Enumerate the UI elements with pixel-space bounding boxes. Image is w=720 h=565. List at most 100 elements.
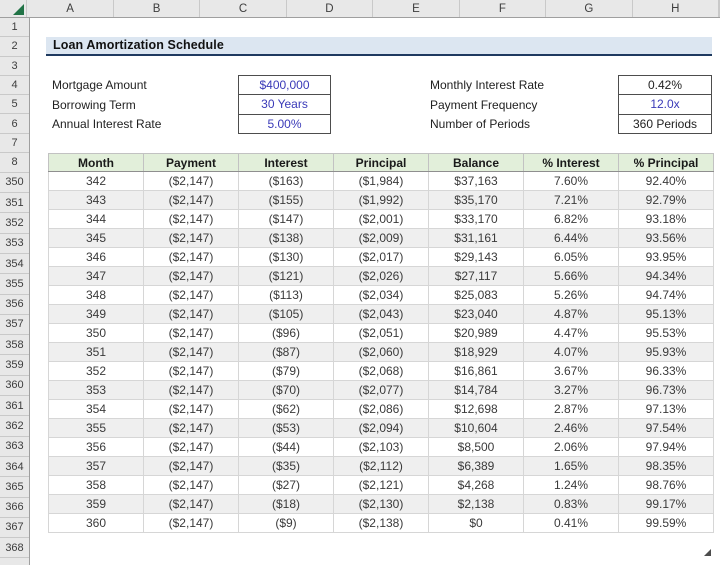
table-header-cell[interactable]: Interest bbox=[239, 154, 334, 172]
row-header[interactable]: 7 bbox=[0, 134, 29, 153]
row-header[interactable]: 5 bbox=[0, 95, 29, 114]
cell-pct-interest[interactable]: 2.87% bbox=[524, 400, 619, 419]
cell-payment[interactable]: ($2,147) bbox=[144, 381, 239, 400]
cell-month[interactable]: 345 bbox=[49, 229, 144, 248]
cell-month[interactable]: 358 bbox=[49, 476, 144, 495]
cell-principal[interactable]: ($2,043) bbox=[334, 305, 429, 324]
cell-principal[interactable]: ($2,077) bbox=[334, 381, 429, 400]
cell-pct-principal[interactable]: 95.13% bbox=[619, 305, 714, 324]
cell-principal[interactable]: ($2,001) bbox=[334, 210, 429, 229]
cell-month[interactable]: 349 bbox=[49, 305, 144, 324]
output-value-cell[interactable]: 360 Periods bbox=[619, 114, 711, 133]
table-header-cell[interactable]: % Principal bbox=[619, 154, 714, 172]
cell-pct-principal[interactable]: 95.53% bbox=[619, 324, 714, 343]
cell-interest[interactable]: ($53) bbox=[239, 419, 334, 438]
cell-pct-interest[interactable]: 4.07% bbox=[524, 343, 619, 362]
row-header[interactable]: 363 bbox=[0, 437, 29, 457]
cell-interest[interactable]: ($138) bbox=[239, 229, 334, 248]
cell-interest[interactable]: ($44) bbox=[239, 438, 334, 457]
cell-interest[interactable]: ($147) bbox=[239, 210, 334, 229]
cell-balance[interactable]: $4,268 bbox=[429, 476, 524, 495]
column-header[interactable]: C bbox=[200, 0, 286, 17]
cell-balance[interactable]: $10,604 bbox=[429, 419, 524, 438]
cell-interest[interactable]: ($79) bbox=[239, 362, 334, 381]
cell-principal[interactable]: ($1,992) bbox=[334, 191, 429, 210]
input-value-cell[interactable]: 30 Years bbox=[239, 94, 330, 113]
cell-payment[interactable]: ($2,147) bbox=[144, 514, 239, 533]
cell-pct-principal[interactable]: 94.34% bbox=[619, 267, 714, 286]
cell-month[interactable]: 354 bbox=[49, 400, 144, 419]
cell-pct-principal[interactable]: 99.59% bbox=[619, 514, 714, 533]
row-header[interactable]: 1 bbox=[0, 18, 29, 37]
cell-pct-principal[interactable]: 93.95% bbox=[619, 248, 714, 267]
cell-balance[interactable]: $14,784 bbox=[429, 381, 524, 400]
cell-pct-principal[interactable]: 99.17% bbox=[619, 495, 714, 514]
cell-interest[interactable]: ($130) bbox=[239, 248, 334, 267]
cell-interest[interactable]: ($70) bbox=[239, 381, 334, 400]
cell-balance[interactable]: $37,163 bbox=[429, 172, 524, 191]
cell-month[interactable]: 359 bbox=[49, 495, 144, 514]
input-value-cell[interactable]: 5.00% bbox=[239, 114, 330, 133]
cell-pct-interest[interactable]: 5.66% bbox=[524, 267, 619, 286]
cell-interest[interactable]: ($155) bbox=[239, 191, 334, 210]
cell-pct-interest[interactable]: 0.41% bbox=[524, 514, 619, 533]
cell-balance[interactable]: $27,117 bbox=[429, 267, 524, 286]
cell-interest[interactable]: ($121) bbox=[239, 267, 334, 286]
cell-month[interactable]: 353 bbox=[49, 381, 144, 400]
cell-balance[interactable]: $2,138 bbox=[429, 495, 524, 514]
cell-interest[interactable]: ($35) bbox=[239, 457, 334, 476]
cell-month[interactable]: 350 bbox=[49, 324, 144, 343]
cell-interest[interactable]: ($113) bbox=[239, 286, 334, 305]
row-header[interactable]: 3 bbox=[0, 57, 29, 76]
cell-balance[interactable]: $18,929 bbox=[429, 343, 524, 362]
cell-pct-interest[interactable]: 1.24% bbox=[524, 476, 619, 495]
column-header[interactable]: B bbox=[114, 0, 200, 17]
cell-payment[interactable]: ($2,147) bbox=[144, 495, 239, 514]
cell-balance[interactable]: $29,143 bbox=[429, 248, 524, 267]
row-header[interactable]: 351 bbox=[0, 193, 29, 213]
cell-pct-interest[interactable]: 3.67% bbox=[524, 362, 619, 381]
cell-balance[interactable]: $0 bbox=[429, 514, 524, 533]
row-header[interactable]: 350 bbox=[0, 173, 29, 193]
cell-pct-principal[interactable]: 93.18% bbox=[619, 210, 714, 229]
row-header[interactable]: 364 bbox=[0, 457, 29, 477]
cell-pct-interest[interactable]: 5.26% bbox=[524, 286, 619, 305]
column-header[interactable]: F bbox=[460, 0, 546, 17]
cell-payment[interactable]: ($2,147) bbox=[144, 172, 239, 191]
row-header[interactable]: 360 bbox=[0, 376, 29, 396]
cell-payment[interactable]: ($2,147) bbox=[144, 286, 239, 305]
cell-interest[interactable]: ($87) bbox=[239, 343, 334, 362]
row-header[interactable]: 6 bbox=[0, 114, 29, 133]
row-header[interactable]: 354 bbox=[0, 254, 29, 274]
column-header[interactable]: G bbox=[546, 0, 632, 17]
row-header[interactable]: 358 bbox=[0, 335, 29, 355]
cell-payment[interactable]: ($2,147) bbox=[144, 457, 239, 476]
cell-month[interactable]: 352 bbox=[49, 362, 144, 381]
cell-pct-interest[interactable]: 2.46% bbox=[524, 419, 619, 438]
cell-pct-principal[interactable]: 93.56% bbox=[619, 229, 714, 248]
cell-month[interactable]: 343 bbox=[49, 191, 144, 210]
cell-payment[interactable]: ($2,147) bbox=[144, 476, 239, 495]
cell-month[interactable]: 348 bbox=[49, 286, 144, 305]
cell-month[interactable]: 342 bbox=[49, 172, 144, 191]
cell-pct-interest[interactable]: 6.82% bbox=[524, 210, 619, 229]
fill-handle-icon[interactable] bbox=[704, 549, 711, 556]
cell-principal[interactable]: ($2,130) bbox=[334, 495, 429, 514]
table-header-cell[interactable]: Payment bbox=[144, 154, 239, 172]
cell-interest[interactable]: ($18) bbox=[239, 495, 334, 514]
cell-payment[interactable]: ($2,147) bbox=[144, 229, 239, 248]
table-header-cell[interactable]: Principal bbox=[334, 154, 429, 172]
cell-payment[interactable]: ($2,147) bbox=[144, 362, 239, 381]
cell-balance[interactable]: $6,389 bbox=[429, 457, 524, 476]
row-header[interactable]: 2 bbox=[0, 37, 29, 56]
cell-pct-interest[interactable]: 3.27% bbox=[524, 381, 619, 400]
cell-balance[interactable]: $35,170 bbox=[429, 191, 524, 210]
column-header[interactable]: D bbox=[287, 0, 373, 17]
cell-payment[interactable]: ($2,147) bbox=[144, 191, 239, 210]
cell-principal[interactable]: ($2,034) bbox=[334, 286, 429, 305]
column-header[interactable]: H bbox=[633, 0, 719, 17]
cell-month[interactable]: 356 bbox=[49, 438, 144, 457]
cell-principal[interactable]: ($2,068) bbox=[334, 362, 429, 381]
cell-pct-principal[interactable]: 92.79% bbox=[619, 191, 714, 210]
cell-interest[interactable]: ($62) bbox=[239, 400, 334, 419]
